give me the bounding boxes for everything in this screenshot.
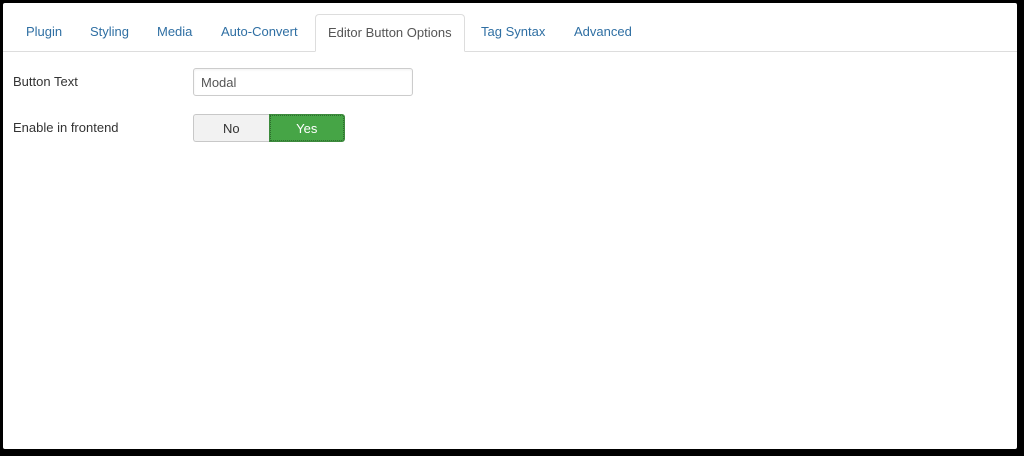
toggle-no-button[interactable]: No [193,114,269,142]
tab-plugin[interactable]: Plugin [15,14,73,50]
enable-frontend-label: Enable in frontend [13,120,119,135]
tab-tag-syntax[interactable]: Tag Syntax [470,14,556,50]
tab-media[interactable]: Media [146,14,203,50]
tab-styling[interactable]: Styling [79,14,140,50]
tab-auto-convert[interactable]: Auto-Convert [210,14,309,50]
tab-editor-button-options[interactable]: Editor Button Options [315,14,465,52]
tab-advanced[interactable]: Advanced [563,14,643,50]
button-text-label: Button Text [13,74,78,89]
settings-panel: Plugin Styling Media Auto-Convert Editor… [3,3,1017,449]
button-text-input[interactable] [193,68,413,96]
tab-bar: Plugin Styling Media Auto-Convert Editor… [3,3,1017,52]
toggle-yes-button[interactable]: Yes [268,114,345,142]
enable-frontend-toggle: No Yes [193,114,345,142]
